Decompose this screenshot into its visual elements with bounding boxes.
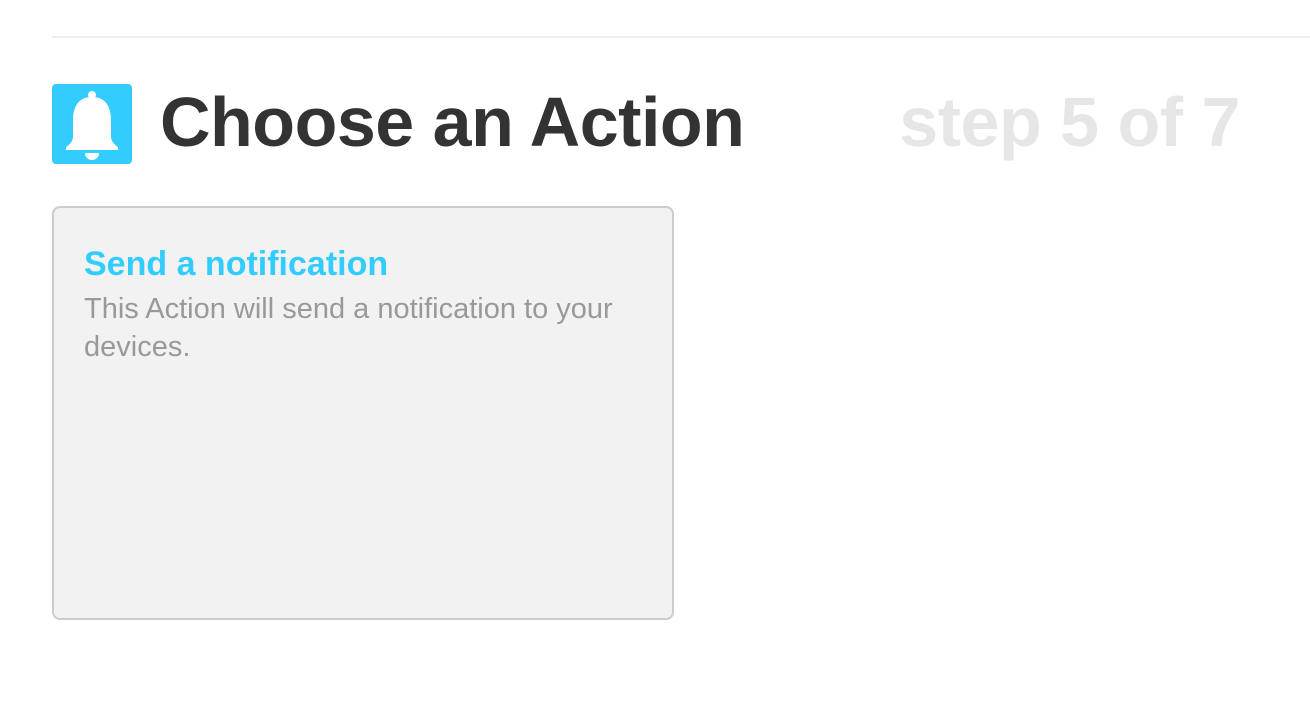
actions-grid: Send a notification This Action will sen… <box>52 206 1262 620</box>
page-header: Choose an Action step 5 of 7 <box>52 83 1252 164</box>
step-indicator: step 5 of 7 <box>899 83 1240 161</box>
page-title: Choose an Action <box>160 83 745 161</box>
action-card-description: This Action will send a notification to … <box>84 293 613 363</box>
action-card-title: Send a notification <box>84 245 389 283</box>
action-card-send-notification[interactable]: Send a notification This Action will sen… <box>52 206 674 620</box>
page: Choose an Action step 5 of 7 Send a noti… <box>0 0 1310 714</box>
top-divider <box>52 36 1310 38</box>
bell-icon <box>52 84 132 164</box>
